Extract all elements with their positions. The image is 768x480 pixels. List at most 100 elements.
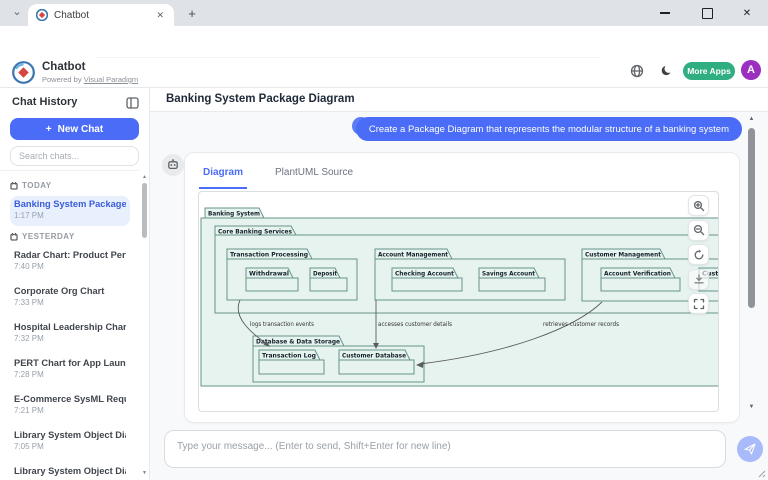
chat-item-title: PERT Chart for App Launch [14, 358, 126, 368]
powered-by: Powered by Visual Paradigm [42, 75, 138, 84]
resize-handle[interactable] [756, 468, 766, 478]
chat-history-list: TODAY Banking System Package Dia... 1:17… [0, 170, 139, 480]
section-yesterday: YESTERDAY [10, 232, 139, 241]
diagram-toolbar [688, 195, 709, 314]
conversation-title: Banking System Package Diagram [166, 93, 355, 105]
chat-item[interactable]: Library System Object Diagr... 7:05 PM [10, 427, 130, 457]
app-title: Chatbot [42, 61, 85, 73]
pkg-banking-system: Banking System [208, 210, 260, 218]
chat-scroll-up-icon[interactable]: ▲ [747, 116, 756, 122]
section-today: TODAY [10, 181, 139, 190]
sidebar-collapse-icon[interactable] [126, 96, 139, 108]
chat-item-title: E-Commerce SysML Require... [14, 394, 126, 404]
calendar-icon [10, 182, 18, 190]
chat-item-time: 1:17 PM [14, 211, 126, 220]
main-panel: Banking System Package Diagram Create a … [150, 88, 768, 480]
chat-item[interactable]: Radar Chart: Product Perfor... 7:40 PM [10, 247, 130, 277]
sidebar-scrollbar-thumb[interactable] [142, 183, 147, 238]
package-diagram: Banking System Core Banking Services Tra… [199, 192, 719, 412]
minimize-icon [660, 12, 670, 13]
pkg-checking-account: Checking Account [395, 270, 454, 278]
zoom-in-button[interactable] [688, 195, 709, 216]
pkg-deposit: Deposit [313, 270, 337, 278]
chat-item[interactable]: E-Commerce SysML Require... 7:21 PM [10, 391, 130, 421]
browser-toolbar: ← → ↻ ai-toolbox.visual-paradigm.com/app… [0, 26, 768, 58]
chat-item[interactable]: PERT Chart for App Launch 7:28 PM [10, 355, 130, 385]
edge-label-retrieves: retrieves customer records [543, 321, 619, 328]
paper-plane-icon [744, 443, 756, 455]
dark-mode-moon-icon[interactable] [661, 64, 673, 82]
chat-item-time: 7:32 PM [14, 334, 126, 343]
chat-item-time: 7:05 PM [14, 442, 126, 451]
assistant-response-card: Diagram PlantUML Source Banking System C… [184, 152, 740, 423]
browser-tab[interactable]: Chatbot ✕ [28, 4, 174, 26]
pkg-transaction-log: Transaction Log [262, 352, 316, 360]
section-label: YESTERDAY [22, 232, 75, 241]
pkg-transaction-processing: Transaction Processing [230, 251, 308, 259]
new-chat-label: New Chat [58, 124, 104, 135]
chat-scroll-down-icon[interactable]: ▼ [747, 404, 756, 410]
chat-item[interactable]: Corporate Org Chart 7:33 PM [10, 283, 130, 313]
tab-diagram[interactable]: Diagram [199, 163, 247, 189]
message-input[interactable] [164, 430, 726, 468]
download-button[interactable] [688, 269, 709, 290]
sidebar-title: Chat History [12, 96, 77, 108]
chat-item-time: 7:33 PM [14, 298, 126, 307]
sidebar-scroll-down-icon[interactable]: ▼ [141, 470, 148, 476]
chat-scrollbar-thumb[interactable] [748, 128, 755, 308]
user-avatar[interactable]: A [741, 60, 761, 80]
chat-item-time: 7:28 PM [14, 370, 126, 379]
pkg-customer-management: Customer Management [585, 251, 661, 259]
tab-search-chevron-icon[interactable]: ⌄ [8, 5, 26, 21]
window-minimize-button[interactable] [648, 0, 682, 26]
pkg-customer-database: Customer Database [342, 352, 407, 360]
edge-label-logs: logs transaction events [250, 321, 314, 328]
tab-close-icon[interactable]: ✕ [154, 10, 166, 21]
browser-tabstrip: ⌄ Chatbot ✕ + ✕ [0, 0, 768, 26]
language-globe-icon[interactable] [630, 64, 644, 83]
search-input[interactable] [10, 146, 139, 166]
chat-item-time: 7:21 PM [14, 406, 126, 415]
diagram-viewport: Banking System Core Banking Services Tra… [198, 191, 719, 412]
chat-item-title: Library System Object Diagr... [14, 430, 126, 440]
window-close-button[interactable]: ✕ [730, 0, 764, 26]
chat-item-title: Banking System Package Dia... [14, 199, 126, 209]
more-apps-button[interactable]: More Apps [683, 62, 735, 80]
send-button[interactable] [737, 436, 763, 462]
sidebar-scroll-up-icon[interactable]: ▲ [141, 174, 148, 180]
section-label: TODAY [22, 181, 52, 190]
window-maximize-button[interactable] [690, 0, 724, 26]
conversation-titlebar: Banking System Package Diagram [150, 88, 768, 112]
fullscreen-button[interactable] [688, 293, 709, 314]
pkg-account-verification: Account Verification [604, 270, 671, 278]
sidebar: Chat History + New Chat TODAY Banking Sy… [0, 88, 150, 480]
robot-icon [167, 159, 179, 171]
tab-title: Chatbot [54, 10, 154, 21]
assistant-avatar [162, 154, 184, 176]
new-chat-button[interactable]: + New Chat [10, 118, 139, 140]
chat-item[interactable]: Hospital Leadership Chart 7:32 PM [10, 319, 130, 349]
pkg-account-management: Account Management [378, 251, 448, 259]
pkg-savings-account: Savings Account [482, 270, 535, 278]
chat-item-title: Radar Chart: Product Perfor... [14, 250, 126, 260]
reset-view-button[interactable] [688, 244, 709, 265]
powered-prefix: Powered by [42, 75, 82, 84]
user-message-bubble: Create a Package Diagram that represents… [356, 117, 742, 141]
edge-label-accesses: accesses customer details [378, 321, 452, 328]
new-tab-button[interactable]: + [184, 6, 200, 22]
visual-paradigm-link[interactable]: Visual Paradigm [84, 75, 138, 84]
zoom-out-button[interactable] [688, 220, 709, 241]
pkg-core-banking-services: Core Banking Services [218, 228, 292, 236]
chat-item-title: Library System Object Diagr... [14, 466, 126, 476]
tab-plantuml-source[interactable]: PlantUML Source [271, 163, 357, 189]
calendar-icon [10, 233, 18, 241]
chat-item-time: 7:40 PM [14, 262, 126, 271]
chat-item-selected[interactable]: Banking System Package Dia... 1:17 PM [10, 196, 130, 226]
tab-favicon-icon [36, 9, 48, 21]
chat-item[interactable]: Library System Object Diagr... [10, 463, 130, 480]
chat-item-title: Hospital Leadership Chart [14, 322, 126, 332]
browser-window: ⌄ Chatbot ✕ + ✕ ← → ↻ ai-toolbox.visual-… [0, 0, 768, 480]
plus-icon: + [46, 124, 52, 135]
chat-item-title: Corporate Org Chart [14, 286, 126, 296]
app-logo [12, 61, 35, 84]
